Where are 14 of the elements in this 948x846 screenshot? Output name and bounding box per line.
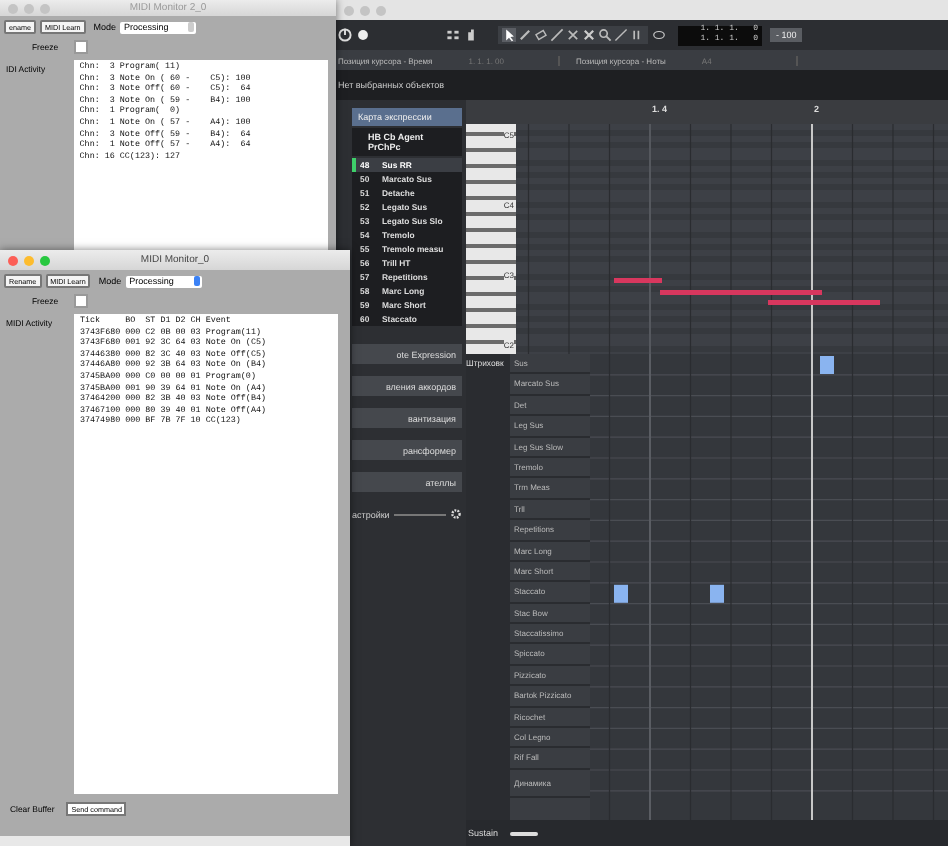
grid-icon[interactable]: [446, 28, 460, 42]
freeze-checkbox[interactable]: [74, 294, 89, 308]
eraser-icon[interactable]: [534, 28, 548, 42]
close-icon[interactable]: [582, 28, 596, 42]
search-icon[interactable]: [598, 28, 612, 42]
stepper-icon[interactable]: [193, 276, 200, 286]
settings-icon[interactable]: [450, 508, 462, 520]
scrollbar[interactable]: [510, 831, 539, 835]
power-icon[interactable]: [338, 28, 352, 42]
bars-icon[interactable]: [630, 28, 644, 42]
pointer-icon[interactable]: [502, 28, 516, 42]
freeze-checkbox[interactable]: [74, 40, 89, 54]
record-icon[interactable]: [356, 28, 370, 42]
line-icon[interactable]: [614, 28, 628, 42]
